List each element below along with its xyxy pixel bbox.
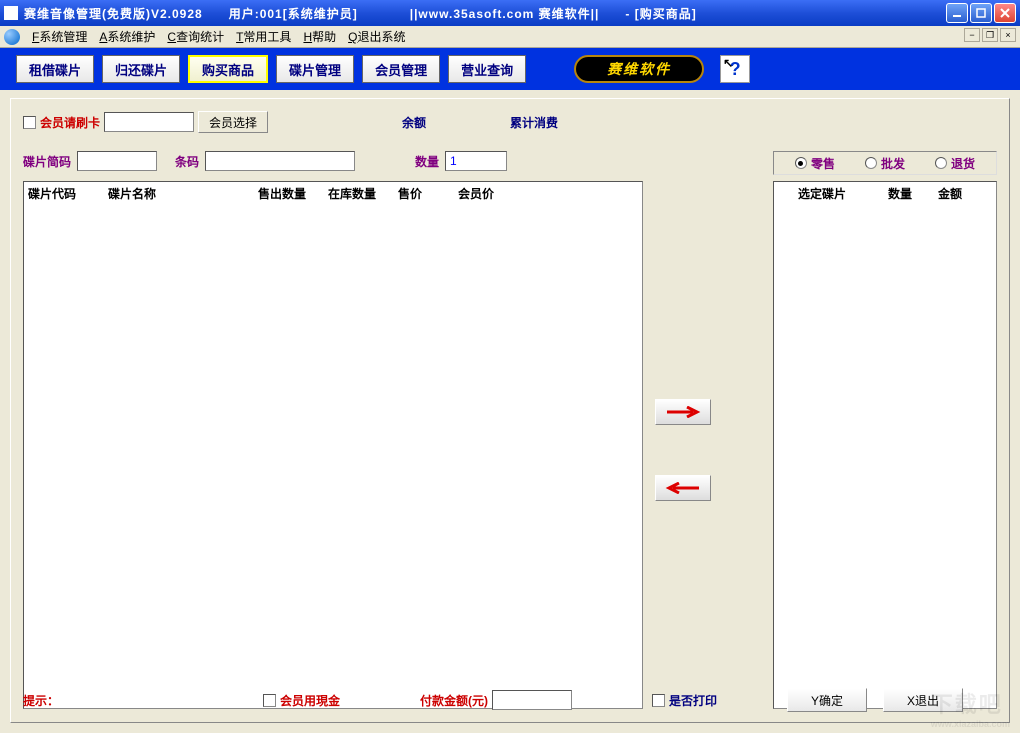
help-icon[interactable]: ? [720, 55, 750, 83]
return-button[interactable]: 归还碟片 [102, 55, 180, 83]
exit-button[interactable]: X退出 [883, 688, 963, 712]
disc-mgmt-button[interactable]: 碟片管理 [276, 55, 354, 83]
member-card-input[interactable] [104, 112, 194, 132]
menubar: F系统管理 A系统维护 C查询统计 T常用工具 H帮助 Q退出系统 − ❐ × [0, 26, 1020, 48]
sale-type-group: 零售 批发 退货 [773, 151, 997, 175]
cash-checkbox[interactable] [263, 694, 276, 707]
menu-help[interactable]: H帮助 [299, 26, 340, 47]
titlebar: 赛维音像管理(免费版)V2.0928 用户:001[系统维护员] ||www.3… [0, 0, 1020, 26]
menu-query[interactable]: C查询统计 [163, 26, 228, 47]
available-grid[interactable]: 碟片代码 碟片名称 售出数量 在库数量 售价 会员价 [23, 181, 643, 709]
brand-badge: 赛维软件 [574, 55, 704, 83]
menu-system[interactable]: F系统管理 [28, 26, 91, 47]
add-to-cart-button[interactable] [655, 399, 711, 425]
close-button[interactable] [994, 3, 1016, 23]
col-member-price: 会员价 [458, 185, 528, 202]
window-title: 赛维音像管理(免费版)V2.0928 用户:001[系统维护员] ||www.3… [24, 5, 946, 22]
menu-tools[interactable]: T常用工具 [232, 26, 295, 47]
minimize-button[interactable] [946, 3, 968, 23]
member-mgmt-button[interactable]: 会员管理 [362, 55, 440, 83]
col-sold-qty: 售出数量 [258, 185, 328, 202]
qty-label: 数量 [415, 153, 439, 170]
mdi-close[interactable]: × [1000, 28, 1016, 42]
disc-code-label: 碟片简码 [23, 153, 71, 170]
col-disc-code: 碟片代码 [28, 185, 108, 202]
balance-label: 余额 [402, 114, 426, 131]
disc-code-input[interactable] [77, 151, 157, 171]
print-label: 是否打印 [669, 692, 717, 709]
col-selected-qty: 数量 [888, 185, 938, 202]
col-stock-qty: 在库数量 [328, 185, 398, 202]
remove-from-cart-button[interactable] [655, 475, 711, 501]
maximize-button[interactable] [970, 3, 992, 23]
cash-label: 会员用現金 [280, 692, 340, 709]
app-icon [4, 6, 18, 20]
col-disc-name: 碟片名称 [108, 185, 258, 202]
member-select-button[interactable]: 会员选择 [198, 111, 268, 133]
toolbar: 租借碟片 归还碟片 购买商品 碟片管理 会员管理 营业查询 赛维软件 ? [0, 48, 1020, 90]
mdi-minimize[interactable]: − [964, 28, 980, 42]
menu-maint[interactable]: A系统维护 [95, 26, 159, 47]
barcode-label: 条码 [175, 153, 199, 170]
member-swipe-label: 会员请刷卡 [40, 114, 100, 131]
workarea: 会员请刷卡 会员选择 余额 累计消费 碟片简码 条码 数量 零售 批发 退货 碟… [0, 90, 1020, 733]
confirm-button[interactable]: Y确定 [787, 688, 867, 712]
selected-grid[interactable]: 选定碟片 数量 金额 [773, 181, 997, 709]
biz-query-button[interactable]: 营业查询 [448, 55, 526, 83]
radio-retail[interactable]: 零售 [795, 155, 835, 172]
barcode-input[interactable] [205, 151, 355, 171]
menu-exit[interactable]: Q退出系统 [344, 26, 409, 47]
rent-button[interactable]: 租借碟片 [16, 55, 94, 83]
qty-input[interactable] [445, 151, 507, 171]
buy-button[interactable]: 购买商品 [188, 55, 268, 83]
pay-amount-input[interactable] [492, 690, 572, 710]
main-panel: 会员请刷卡 会员选择 余额 累计消费 碟片简码 条码 数量 零售 批发 退货 碟… [10, 98, 1010, 723]
pay-label: 付款金额(元) [420, 692, 488, 709]
col-selected-amount: 金额 [938, 185, 988, 202]
col-selected-disc: 选定碟片 [798, 185, 888, 202]
member-swipe-checkbox[interactable] [23, 116, 36, 129]
radio-return[interactable]: 退货 [935, 155, 975, 172]
globe-icon [4, 29, 20, 45]
col-price: 售价 [398, 185, 458, 202]
mdi-restore[interactable]: ❐ [982, 28, 998, 42]
total-spent-label: 累计消费 [510, 114, 558, 131]
radio-wholesale[interactable]: 批发 [865, 155, 905, 172]
tip-label: 提示： [23, 692, 263, 709]
print-checkbox[interactable] [652, 694, 665, 707]
